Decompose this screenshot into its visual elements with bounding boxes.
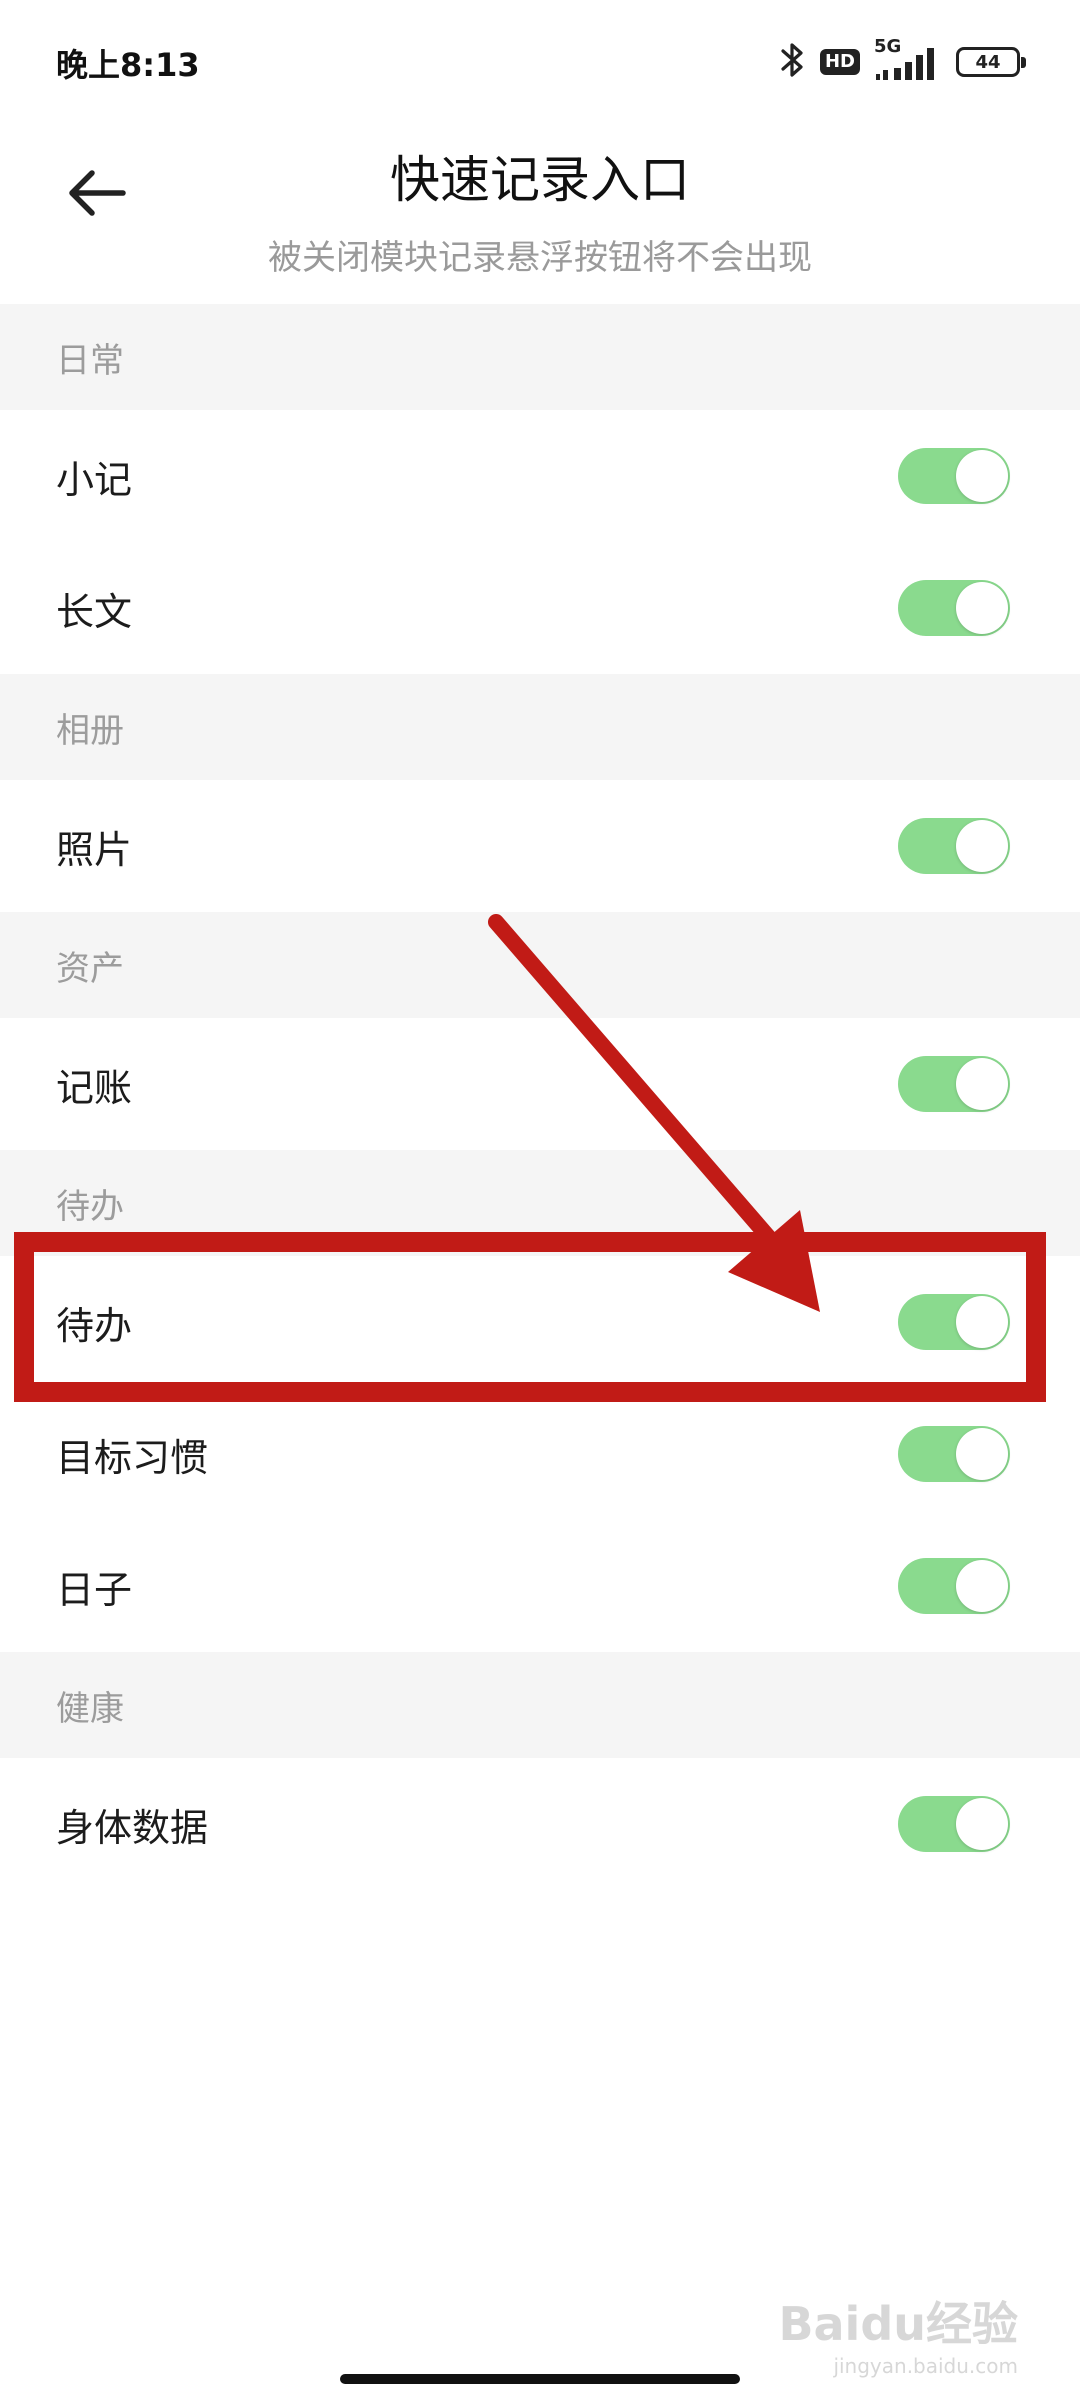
- list-item-label: 目标习惯: [56, 1435, 209, 1480]
- toggle-knob: [956, 1798, 1008, 1850]
- list-item-label: 照片: [56, 827, 133, 872]
- toggle-switch[interactable]: [898, 1558, 1010, 1614]
- settings-list: 日常 小记 长文 相册 照片 资产 记账 待办 待办 目标习惯 日子 健康 身体…: [0, 304, 1080, 1890]
- toggle-switch[interactable]: [898, 580, 1010, 636]
- list-item-label: 待办: [56, 1303, 133, 1348]
- battery-icon: 44: [956, 47, 1026, 77]
- toggle-switch[interactable]: [898, 818, 1010, 874]
- list-item-xiaoji[interactable]: 小记: [0, 410, 1080, 542]
- list-item-photo[interactable]: 照片: [0, 780, 1080, 912]
- list-item-goal-habit[interactable]: 目标习惯: [0, 1388, 1080, 1520]
- status-icons: HD 5G 44: [780, 36, 1026, 86]
- list-item-label: 长文: [56, 589, 133, 634]
- section-header-health: 健康: [0, 1652, 1080, 1758]
- battery-level: 44: [975, 51, 1001, 73]
- list-item-label: 小记: [56, 457, 133, 502]
- toggle-knob: [956, 820, 1008, 872]
- page-subtitle: 被关闭模块记录悬浮按钮将不会出现: [268, 238, 812, 278]
- toggle-switch[interactable]: [898, 1426, 1010, 1482]
- watermark: Baidu经验 jingyan.baidu.com: [778, 2288, 1018, 2378]
- toggle-knob: [956, 1428, 1008, 1480]
- watermark-logo: Baidu经验: [778, 2297, 1018, 2351]
- home-indicator[interactable]: [340, 2374, 740, 2384]
- watermark-url: jingyan.baidu.com: [833, 2354, 1018, 2378]
- toggle-knob: [956, 1058, 1008, 1110]
- toggle-switch[interactable]: [898, 1056, 1010, 1112]
- section-header-daily: 日常: [0, 304, 1080, 410]
- toggle-switch[interactable]: [898, 448, 1010, 504]
- page-title: 快速记录入口: [390, 151, 690, 209]
- section-header-assets: 资产: [0, 912, 1080, 1018]
- list-item-bookkeeping[interactable]: 记账: [0, 1018, 1080, 1150]
- section-header-album: 相册: [0, 674, 1080, 780]
- toggle-knob: [956, 582, 1008, 634]
- list-item-body-data[interactable]: 身体数据: [0, 1758, 1080, 1890]
- toggle-knob: [956, 450, 1008, 502]
- list-item-days[interactable]: 日子: [0, 1520, 1080, 1652]
- bluetooth-icon: [780, 40, 806, 84]
- section-header-todo: 待办: [0, 1150, 1080, 1256]
- list-item-changwen[interactable]: 长文: [0, 542, 1080, 674]
- header: 快速记录入口 被关闭模块记录悬浮按钮将不会出现: [0, 130, 1080, 304]
- toggle-knob: [956, 1560, 1008, 1612]
- list-item-label: 日子: [56, 1567, 133, 1612]
- list-item-todo[interactable]: 待办: [0, 1256, 1080, 1388]
- toggle-switch[interactable]: [898, 1294, 1010, 1350]
- status-time: 晚上8:13: [56, 46, 200, 84]
- toggle-knob: [956, 1296, 1008, 1348]
- toggle-switch[interactable]: [898, 1796, 1010, 1852]
- signal-icon: 5G: [874, 36, 942, 84]
- status-bar: 晚上8:13 HD 5G 44: [0, 0, 1080, 130]
- hd-icon: HD: [819, 49, 860, 75]
- list-item-label: 记账: [56, 1065, 133, 1110]
- list-item-label: 身体数据: [56, 1805, 209, 1850]
